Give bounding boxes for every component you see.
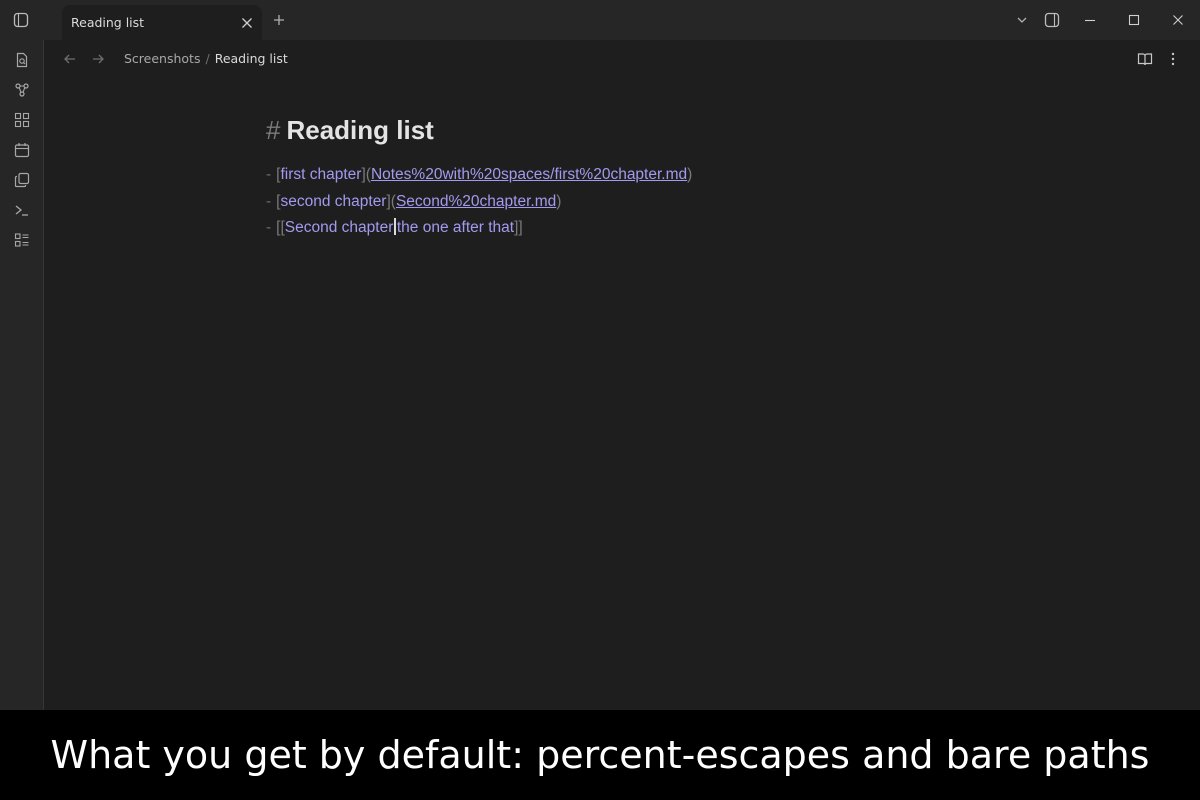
link-text: second chapter <box>280 192 387 210</box>
link-url-close: ) <box>556 192 562 210</box>
arrow-right-icon[interactable] <box>89 50 107 68</box>
link-url-open: ]( <box>361 166 371 183</box>
breadcrumb: Screenshots / Reading list <box>124 51 288 66</box>
canvas-icon[interactable] <box>13 111 31 129</box>
title-bar: Reading list <box>0 0 1200 40</box>
list-item[interactable]: - [[Second chapter the one after that]] <box>266 215 966 242</box>
link-url[interactable]: Second%20chapter.md <box>396 193 556 210</box>
more-vertical-icon[interactable] <box>1164 50 1182 68</box>
chevron-down-icon[interactable] <box>1012 10 1032 30</box>
left-ribbon <box>0 40 44 710</box>
outline-list-icon[interactable] <box>13 231 31 249</box>
link-url[interactable]: Notes%20with%20spaces/first%20chapter.md <box>371 166 687 183</box>
sidebar-left-icon[interactable] <box>12 11 30 29</box>
arrow-left-icon[interactable] <box>61 50 79 68</box>
list-bullet: - <box>266 192 272 210</box>
list-bullet: - <box>266 166 272 183</box>
list-item[interactable]: - [second chapter](Second%20chapter.md) <box>266 189 966 216</box>
tab-reading-list[interactable]: Reading list <box>62 5 262 40</box>
terminal-icon[interactable] <box>13 201 31 219</box>
wikilink-alias[interactable]: the one after that <box>397 219 514 236</box>
window-close-icon[interactable] <box>1168 10 1188 30</box>
file-search-icon[interactable] <box>13 51 31 69</box>
wikilink-target[interactable]: Second chapter <box>285 219 394 236</box>
wikilink-open-brackets: [[ <box>276 219 285 236</box>
text-cursor <box>394 218 396 235</box>
link-url-open: ]( <box>386 192 396 210</box>
heading-text: Reading list <box>286 115 434 145</box>
link-text: first chapter <box>280 166 362 183</box>
link-url-close: ) <box>687 166 693 183</box>
maximize-icon[interactable] <box>1124 10 1144 30</box>
breadcrumb-current: Reading list <box>214 51 288 66</box>
calendar-icon[interactable] <box>13 141 31 159</box>
close-icon[interactable] <box>238 14 256 32</box>
caption-text: What you get by default: percent-escapes… <box>50 733 1150 777</box>
copy-icon[interactable] <box>13 171 31 189</box>
tab-title: Reading list <box>71 15 145 30</box>
editor-content[interactable]: # Reading list - [first chapter](Notes%20w… <box>266 112 966 242</box>
wikilink-close-brackets: ]] <box>514 219 523 236</box>
caption-banner: What you get by default: percent-escapes… <box>0 710 1200 800</box>
plus-icon[interactable] <box>270 11 288 29</box>
sidebar-right-icon[interactable] <box>1042 10 1062 30</box>
reading-list: - [first chapter](Notes%20with%20spaces/f… <box>266 162 966 242</box>
list-item[interactable]: - [first chapter](Notes%20with%20spaces/f… <box>266 162 966 189</box>
breadcrumb-parent[interactable]: Screenshots <box>124 51 200 66</box>
list-bullet: - <box>266 219 272 236</box>
breadcrumb-separator: / <box>205 51 210 66</box>
book-open-icon[interactable] <box>1136 50 1154 68</box>
heading-marker: # <box>266 115 281 145</box>
minimize-icon[interactable] <box>1080 10 1100 30</box>
note-heading[interactable]: # Reading list <box>266 112 966 148</box>
navigation-bar: Screenshots / Reading list <box>44 40 1200 78</box>
graph-icon[interactable] <box>13 81 31 99</box>
